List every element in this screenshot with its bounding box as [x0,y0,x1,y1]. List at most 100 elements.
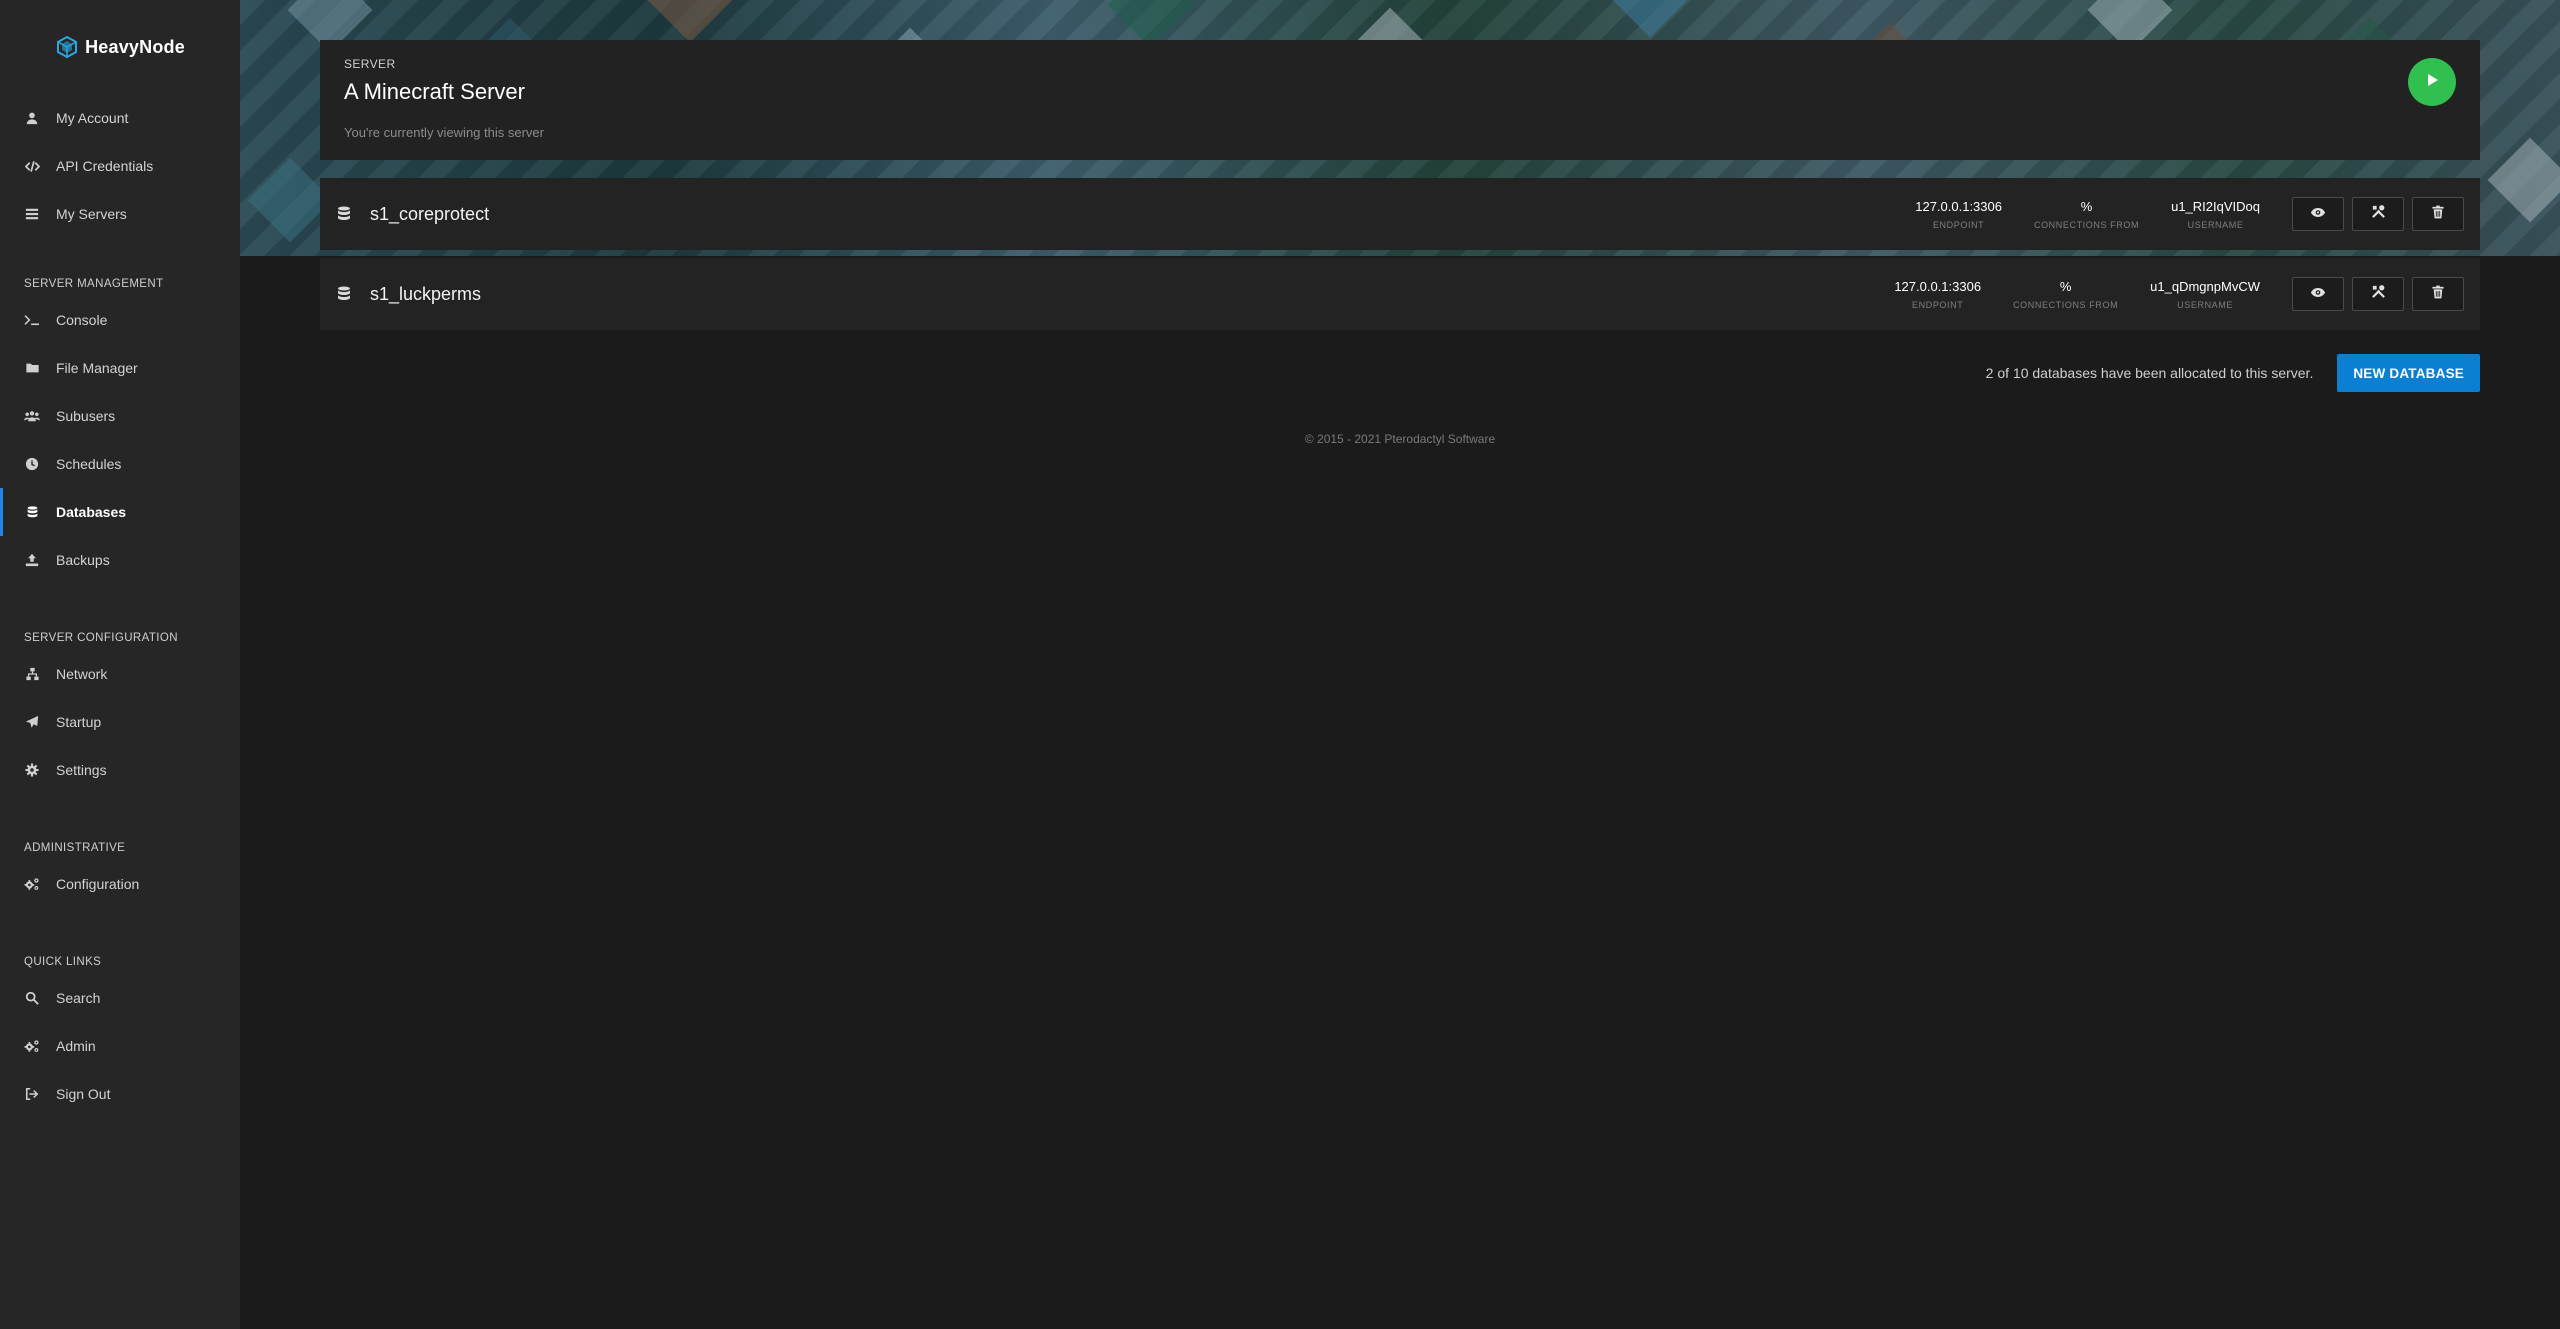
trash-icon [2432,285,2444,304]
sidebar-item-label: My Account [56,110,129,126]
section-title-server-configuration: SERVER CONFIGURATION [24,632,178,644]
start-server-button[interactable] [2408,58,2456,106]
sidebar-item-databases[interactable]: Databases [0,488,240,536]
new-database-button[interactable]: NEW DATABASE [2337,354,2480,392]
sidebar-item-label: API Credentials [56,158,154,174]
connections-from-value: % [2059,278,2072,294]
sidebar-item-schedules[interactable]: Schedules [0,440,240,488]
database-name: s1_coreprotect [370,203,490,224]
cogs-icon [24,876,40,892]
endpoint-value: 127.0.0.1:3306 [1894,278,1982,294]
search-icon [24,990,40,1006]
code-icon [24,158,40,174]
sidebar-item-label: Sign Out [56,1086,111,1102]
sidebar-item-label: Search [56,990,101,1006]
sidebar-item-my-servers[interactable]: My Servers [0,190,240,238]
username-info: u1_qDmgnpMvCW USERNAME [2150,279,2260,310]
rotate-password-button[interactable] [2352,277,2404,311]
footer-copyright[interactable]: © 2015 - 2021 Pterodactyl Software [240,432,2560,446]
sidebar-item-label: Network [56,666,108,682]
sidebar-item-label: Console [56,312,108,328]
sidebar-item-configuration[interactable]: Configuration [0,860,240,908]
username-label: USERNAME [2187,219,2244,230]
users-icon [24,408,40,424]
user-icon [24,110,40,126]
sign-out-icon [24,1086,40,1102]
endpoint-label: ENDPOINT [1912,299,1964,310]
sidebar-item-network[interactable]: Network [0,650,240,698]
cogs-icon [24,1038,40,1054]
sidebar-item-search[interactable]: Search [0,974,240,1022]
connections-from-info: % CONNECTIONS FROM [2034,199,2139,230]
section-title-quick-links: QUICK LINKS [24,956,102,968]
username-label: USERNAME [2177,299,2233,310]
database-allocation-bar: 2 of 10 databases have been allocated to… [320,354,2480,392]
sidebar-item-settings[interactable]: Settings [0,746,240,794]
paper-plane-icon [24,714,40,730]
server-subtitle: You're currently viewing this server [344,125,544,140]
section-title-server-management: SERVER MANAGEMENT [24,278,164,290]
sidebar-item-api-credentials[interactable]: API Credentials [0,142,240,190]
sidebar-item-label: File Manager [56,360,138,376]
database-icon [336,285,354,303]
sidebar-item-label: Subusers [56,408,116,424]
hexagon-logo-icon [55,35,79,59]
sidebar-item-label: Backups [56,552,110,568]
gear-icon [24,762,40,778]
sidebar-item-label: Startup [56,714,102,730]
database-row: s1_luckperms 127.0.0.1:3306 ENDPOINT % C… [320,258,2480,330]
sidebar-item-subusers[interactable]: Subusers [0,392,240,440]
server-header-card: SERVER A Minecraft Server You're current… [320,40,2480,160]
clock-icon [24,456,40,472]
sidebar-item-label: Databases [56,504,127,520]
endpoint-label: ENDPOINT [1932,219,1985,230]
sidebar-item-label: Admin [56,1038,96,1054]
tools-icon [2371,284,2386,304]
database-name: s1_luckperms [370,283,482,304]
eye-icon [2310,285,2326,303]
sidebar-item-my-account[interactable]: My Account [0,94,240,142]
sidebar-item-label: Settings [56,762,107,778]
username-info: u1_RI2IqVIDoq USERNAME [2171,199,2260,230]
username-value: u1_qDmgnpMvCW [2150,278,2260,294]
eye-icon [2310,205,2326,223]
server-label: SERVER [344,57,396,71]
network-icon [24,666,40,682]
database-row: s1_coreprotect 127.0.0.1:3306 ENDPOINT %… [320,178,2480,250]
sidebar-item-console[interactable]: Console [0,296,240,344]
connections-from-info: % CONNECTIONS FROM [2013,279,2118,310]
sidebar-item-sign-out[interactable]: Sign Out [0,1070,240,1118]
view-details-button[interactable] [2292,197,2344,231]
folder-icon [24,360,40,376]
sidebar-item-admin[interactable]: Admin [0,1022,240,1070]
database-actions [2292,277,2464,311]
sidebar-item-label: My Servers [56,206,127,222]
connections-from-label: CONNECTIONS FROM [2033,219,2140,230]
delete-database-button[interactable] [2412,277,2464,311]
sidebar-item-label: Schedules [56,456,122,472]
sidebar-item-startup[interactable]: Startup [0,698,240,746]
play-icon [2424,72,2440,93]
rotate-password-button[interactable] [2352,197,2404,231]
sidebar: HeavyNode My Account API Credentials My … [0,0,240,1329]
brand[interactable]: HeavyNode [0,0,240,94]
endpoint-value: 127.0.0.1:3306 [1915,198,2002,214]
database-icon [336,205,354,223]
trash-icon [2432,205,2444,224]
tools-icon [2371,204,2386,224]
database-actions [2292,197,2464,231]
endpoint-info: 127.0.0.1:3306 ENDPOINT [1915,199,2002,230]
sidebar-item-label: Configuration [56,876,140,892]
username-value: u1_RI2IqVIDoq [2171,198,2260,214]
brand-name: HeavyNode [85,36,185,57]
server-name: A Minecraft Server [344,79,525,104]
view-details-button[interactable] [2292,277,2344,311]
sidebar-item-file-manager[interactable]: File Manager [0,344,240,392]
allocation-text: 2 of 10 databases have been allocated to… [1985,365,2314,381]
sidebar-item-backups[interactable]: Backups [0,536,240,584]
connections-from-value: % [2080,198,2093,214]
connections-from-label: CONNECTIONS FROM [2013,299,2119,310]
list-icon [24,206,40,222]
terminal-icon [24,312,40,328]
delete-database-button[interactable] [2412,197,2464,231]
